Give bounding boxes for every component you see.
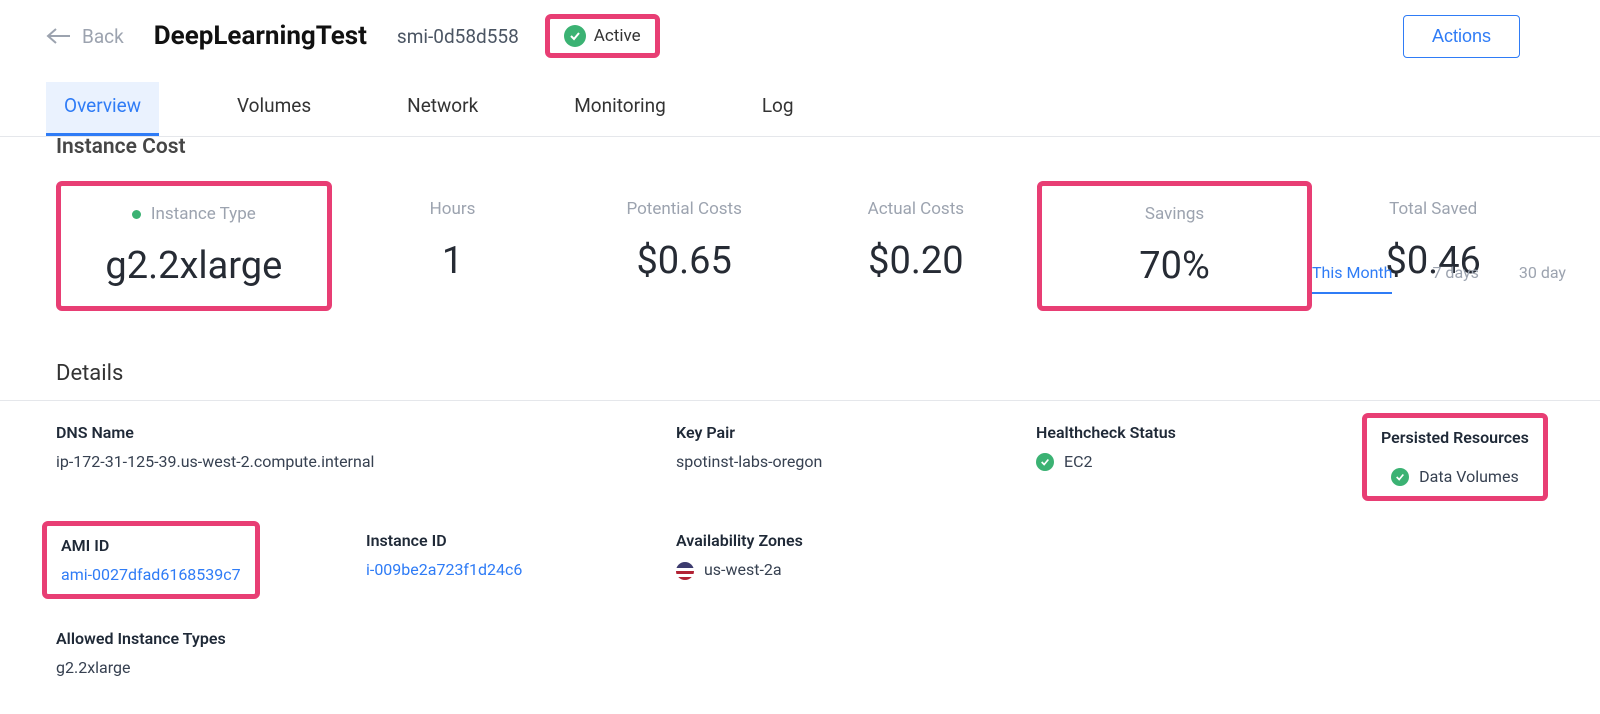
back-label: Back (82, 25, 124, 48)
metric-label: Total Saved (1322, 199, 1544, 219)
back-button[interactable]: Back (46, 25, 124, 48)
detail-label: Persisted Resources (1381, 428, 1529, 447)
metric-value: 70% (1064, 244, 1286, 288)
tab-network[interactable]: Network (389, 82, 496, 136)
period-this-month[interactable]: This Month (1312, 263, 1392, 294)
page-title: DeepLearningTest (154, 21, 367, 51)
detail-value: us-west-2a (704, 560, 782, 579)
metric-instance-type: Instance Type g2.2xlarge (56, 181, 332, 311)
metric-value: 1 (342, 239, 564, 283)
check-circle-icon (1036, 453, 1054, 471)
instance-id-link[interactable]: i-009be2a723f1d24c6 (366, 560, 676, 579)
status-dot-icon (132, 210, 141, 219)
ami-id-link[interactable]: ami-0027dfad6168539c7 (61, 565, 241, 584)
detail-label: Instance ID (366, 531, 676, 550)
metric-label: Savings (1064, 204, 1286, 224)
metric-hours: Hours 1 (342, 199, 564, 311)
tab-monitoring[interactable]: Monitoring (556, 82, 684, 136)
detail-ami-id: AMI ID ami-0027dfad6168539c7 (56, 531, 366, 589)
metric-value: $0.65 (573, 239, 795, 283)
detail-label: Key Pair (676, 423, 1036, 442)
period-7-days[interactable]: 7 days (1432, 263, 1478, 294)
arrow-left-icon (46, 27, 72, 45)
detail-label: Healthcheck Status (1036, 423, 1376, 442)
detail-label: Availability Zones (676, 531, 1036, 550)
metric-label: Instance Type (151, 204, 256, 224)
check-circle-icon (1391, 468, 1409, 486)
section-details: Details (0, 331, 1600, 401)
status-badge: Active (545, 14, 660, 58)
detail-availability-zones: Availability Zones us-west-2a (676, 531, 1036, 589)
main-tabs: Overview Volumes Network Monitoring Log (0, 58, 1600, 137)
section-instance-cost: Instance Cost (0, 135, 1600, 159)
detail-value: g2.2xlarge (56, 658, 676, 677)
period-tabs: This Month 7 days 30 day (1312, 263, 1566, 294)
metric-potential-costs: Potential Costs $0.65 (573, 199, 795, 311)
metric-actual-costs: Actual Costs $0.20 (805, 199, 1027, 311)
detail-instance-id: Instance ID i-009be2a723f1d24c6 (366, 531, 676, 589)
metric-label: Potential Costs (573, 199, 795, 219)
detail-value: spotinst-labs-oregon (676, 452, 1036, 471)
metric-value: g2.2xlarge (83, 244, 305, 288)
detail-persisted-resources: Persisted Resources Data Volumes (1362, 413, 1548, 501)
detail-value: ip-172-31-125-39.us-west-2.compute.inter… (56, 452, 676, 471)
detail-dns-name: DNS Name ip-172-31-125-39.us-west-2.comp… (56, 423, 676, 491)
detail-healthcheck: Healthcheck Status EC2 (1036, 423, 1376, 491)
tab-log[interactable]: Log (744, 82, 812, 136)
detail-label: DNS Name (56, 423, 676, 442)
detail-value: EC2 (1064, 452, 1093, 471)
metric-label: Hours (342, 199, 564, 219)
detail-label: AMI ID (61, 536, 241, 555)
instance-sub-id: smi-0d58d558 (397, 25, 519, 48)
period-30-days[interactable]: 30 day (1519, 263, 1566, 294)
detail-value: Data Volumes (1419, 467, 1519, 486)
tab-overview[interactable]: Overview (46, 82, 159, 136)
check-circle-icon (564, 25, 586, 47)
detail-label: Allowed Instance Types (56, 629, 676, 648)
metric-label: Actual Costs (805, 199, 1027, 219)
detail-allowed-instance-types: Allowed Instance Types g2.2xlarge (56, 629, 676, 677)
metric-total-saved: Total Saved $0.46 (1322, 199, 1544, 311)
status-text: Active (594, 26, 641, 46)
metrics-row: Instance Type g2.2xlarge Hours 1 Potenti… (0, 159, 1600, 331)
tab-volumes[interactable]: Volumes (219, 82, 329, 136)
detail-key-pair: Key Pair spotinst-labs-oregon (676, 423, 1036, 491)
metric-savings: Savings 70% (1037, 181, 1313, 311)
actions-button[interactable]: Actions (1403, 15, 1520, 58)
metric-value: $0.20 (805, 239, 1027, 283)
us-flag-icon (676, 562, 694, 580)
